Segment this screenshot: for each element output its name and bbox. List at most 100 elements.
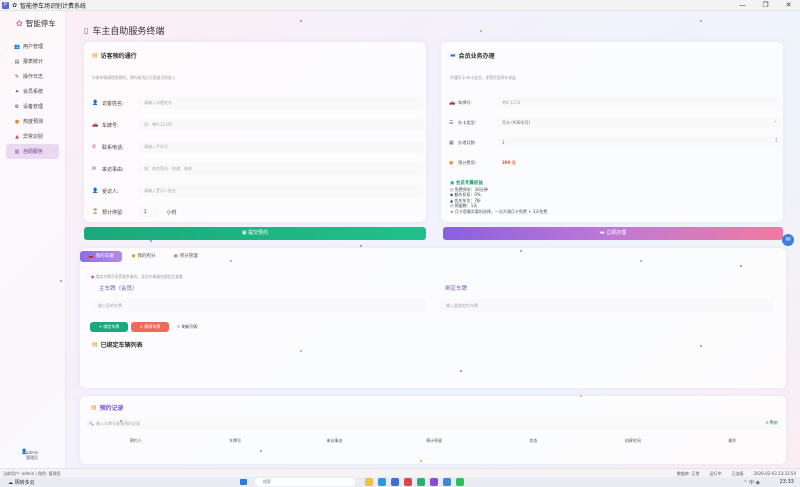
visitor-subtitle: 外来车辆请提前预约，预约成功后可直接识别进入 — [92, 75, 176, 80]
windows-start-icon[interactable] — [240, 479, 247, 485]
secondary-plate-input[interactable]: 输入要绑定的车牌 — [440, 299, 774, 312]
note-icon: ✉ — [92, 166, 97, 172]
duration-unit: 小时 — [166, 209, 177, 216]
member-subtitle: 开通月卡/年卡会员，享受优惠停车权益 — [450, 75, 516, 80]
clipboard-icon: ▤ — [91, 404, 97, 411]
tab-label: 我的车辆 — [95, 254, 114, 259]
sidebar-item-devices[interactable]: ⚙ 设备管理 — [0, 99, 65, 114]
pay-now-button[interactable]: ▬ 立即办理 — [443, 227, 783, 240]
browser-icon[interactable] — [378, 478, 386, 486]
member-months-stepper[interactable]: 1 — [497, 137, 781, 148]
device-icon: ⚙ — [14, 103, 20, 110]
visitor-phone-input[interactable]: 请输入手机号 — [138, 141, 424, 153]
visitor-plate-row: 🚗 车牌号: 如：粤A·12345 — [92, 119, 424, 131]
sidebar-item-label: 设备管理 — [23, 104, 44, 110]
sidebar-item-members[interactable]: ✦ 会员系统 — [0, 84, 65, 99]
python-icon[interactable] — [443, 478, 451, 486]
column-header: 车牌号 — [229, 438, 242, 443]
close-button[interactable]: ✕ — [777, 0, 800, 11]
car-icon: 🚗 — [88, 254, 94, 259]
visitor-plate-input[interactable]: 如：粤A·12345 — [138, 119, 424, 131]
wechat-icon[interactable] — [456, 478, 464, 486]
stepper-arrows-icon[interactable]: ▴▾ — [775, 137, 777, 143]
particle — [360, 245, 362, 247]
visitor-plate-label-wrap: 🚗 车牌号: — [92, 122, 138, 129]
visitor-reason-label-wrap: ✉ 来访事由: — [92, 166, 138, 173]
unbind-plate-button[interactable]: ✕ 解绑车牌 — [131, 322, 169, 332]
benefits-block: ▣ 会员专属权益 ◷ 免费停车：30分钟 ◆ 额外折扣：0% ▲ 优先车位：7折… — [450, 181, 547, 215]
column-header: 预约人 — [129, 438, 142, 443]
visitor-name-input[interactable]: 请输入访客姓名 — [138, 97, 424, 109]
taskbar: ☁ 阴转多云 搜索 ⌃ 中 ◉ 23:33 — [0, 477, 800, 487]
member-months-label-wrap: ▦ 办理月数: — [449, 140, 497, 146]
particle — [740, 265, 742, 267]
ide-icon[interactable] — [430, 478, 438, 486]
sidebar-item-heat[interactable]: ● 热度预测 — [0, 114, 65, 129]
sidebar-item-label: 报表统计 — [23, 59, 44, 65]
page-title-text: 车主自助服务终端 — [92, 27, 165, 37]
sidebar-item-self-service[interactable]: ▥ 自助服务 › — [6, 144, 59, 159]
member-type-select[interactable]: 月卡 (¥300/月) — [497, 117, 781, 128]
weather-widget[interactable]: ☁ 阴转多云 — [8, 479, 35, 486]
chevron-down-icon[interactable]: ⌄ — [774, 118, 777, 123]
visitor-host-row: 👤 受访人: 请输入受访人姓名 — [92, 185, 424, 197]
particle — [460, 370, 462, 372]
coin-icon: ● — [449, 159, 454, 166]
users-icon: 👥 — [14, 43, 21, 50]
tab-label: 积分管理 — [179, 254, 198, 259]
system-tray[interactable]: ⌃ 中 ◉ — [743, 479, 760, 486]
sidebar-item-anomaly[interactable]: ▲ 异常识别 — [0, 129, 65, 144]
primary-plate-input[interactable]: 输入您的车牌 — [92, 299, 426, 312]
visitor-host-input[interactable]: 请输入受访人姓名 — [138, 185, 424, 197]
tab-points-manage[interactable]: ▣ 积分管理 — [166, 251, 206, 262]
store-icon[interactable] — [391, 478, 399, 486]
maximize-button[interactable]: ❐ — [754, 0, 777, 11]
records-search-input[interactable]: 🔍 输入车牌号查询预约记录 — [86, 418, 782, 429]
search-icon: 🔍 — [89, 421, 94, 426]
member-plate-input[interactable]: 粤B·1234 — [497, 97, 781, 108]
sidebar-item-label: 自助服务 — [23, 149, 44, 155]
member-cost-row: ● 预计费用: 300 元 — [449, 157, 557, 168]
particle — [300, 350, 302, 352]
mail-icon[interactable] — [404, 478, 412, 486]
sidebar-item-logs[interactable]: ✎ 操作日志 — [0, 69, 65, 84]
warning-icon: ▲ — [15, 133, 19, 140]
chat-app-icon[interactable] — [417, 478, 425, 486]
visitor-plate-label: 车牌号: — [102, 122, 119, 129]
sidebar-item-reports[interactable]: ▤ 报表统计 — [0, 54, 65, 69]
clipboard-icon: ▤ — [92, 52, 98, 59]
minimize-button[interactable]: — — [731, 0, 754, 11]
brand: ✿ 智能停车 — [0, 11, 65, 35]
chevron-right-icon: › — [53, 149, 55, 154]
benefit-text: 月卡是最实惠的选择，一次开通月卡免费 + 3天免费 — [454, 208, 548, 214]
bind-plate-button[interactable]: + 绑定车牌 — [90, 322, 128, 332]
records-table-header: 预约人 车牌号 来访事由 预计停留 状态 创建时间 操作 — [86, 435, 782, 447]
sidebar-item-users[interactable]: 👥 用户管理 — [0, 39, 65, 54]
visitor-reason-input[interactable]: 如：商务拜访、快递、装修 — [138, 163, 424, 175]
explorer-icon[interactable] — [365, 478, 373, 486]
records-panel — [80, 396, 786, 464]
duration-stepper[interactable]: 2 — [138, 206, 160, 218]
submit-reservation-button[interactable]: ▣ 提交预约 — [84, 227, 426, 240]
app-icon: P — [2, 1, 9, 9]
gift-icon: ▣ — [173, 254, 178, 259]
sidebar: ✿ 智能停车 👥 用户管理 ▤ 报表统计 ✎ 操作日志 ✦ 会员系统 ⚙ 设备管理 ● 热度… — [0, 11, 66, 468]
user-icon: 👤 — [21, 449, 28, 455]
member-type-row: ☰ 办卡类型: 月卡 (¥300/月) ⌄ — [449, 117, 781, 128]
particle — [700, 345, 702, 347]
visitor-card-title: ▤ 访客预约通行 — [92, 51, 137, 60]
visitor-name-row: 👤 访客姓名: 请输入访客姓名 — [92, 97, 424, 109]
tab-my-vehicles[interactable]: 🚗 我的车辆 — [80, 251, 122, 262]
chat-icon[interactable]: ✉ — [782, 234, 794, 246]
visitor-phone-row: ✆ 联系电话: 请输入手机号 — [92, 141, 424, 153]
window-controls: — ❐ ✕ — [731, 0, 800, 11]
binding-hint-text: 绑定车牌可享受更多服务，会员车辆请在绑定后查看 — [95, 274, 183, 279]
taskbar-search[interactable]: 搜索 — [255, 478, 355, 486]
sidebar-item-label: 操作日志 — [23, 74, 44, 80]
tab-my-points[interactable]: ● 我的积分 — [124, 251, 164, 262]
pay-label: 立即办理 — [606, 230, 627, 236]
member-cost-label: 预计费用: — [458, 159, 477, 165]
particle — [480, 30, 482, 32]
refresh-list-button[interactable]: ⟳ 刷新列表 — [177, 324, 198, 330]
member-months-label: 办理月数: — [458, 139, 477, 145]
